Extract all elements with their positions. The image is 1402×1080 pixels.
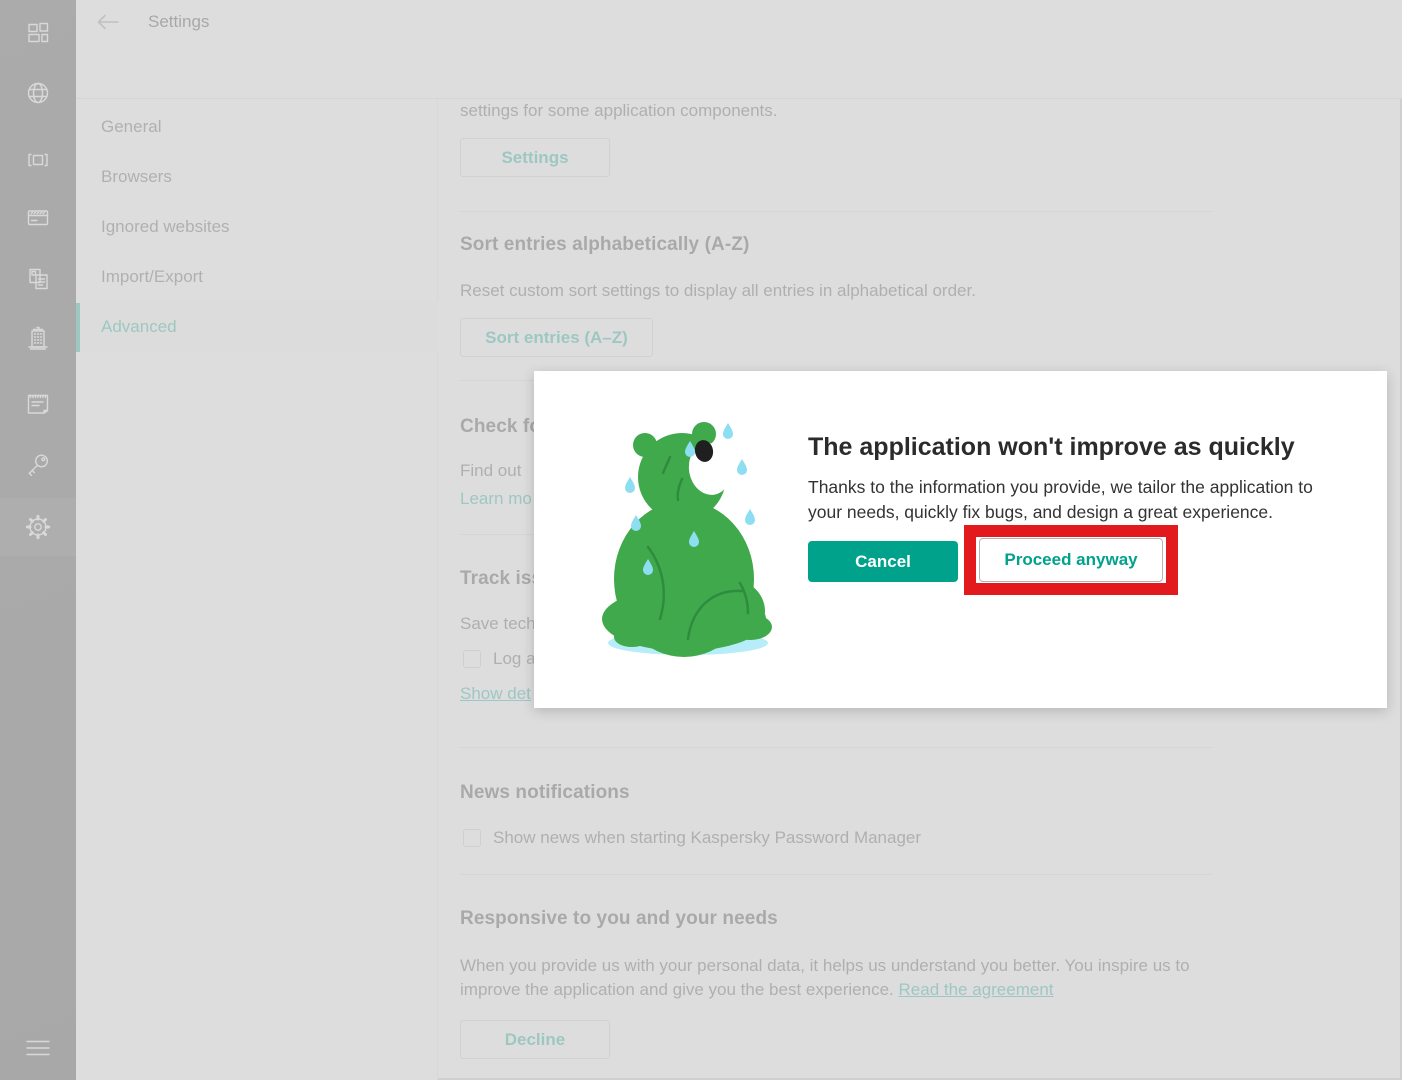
telemetry-warning-dialog: The application won't improve as quickly… [534,371,1387,708]
dialog-body: Thanks to the information you provide, w… [808,477,1313,522]
cancel-button[interactable]: Cancel [808,541,958,582]
sad-bear-illustration [602,422,772,657]
proceed-anyway-button[interactable]: Proceed anyway [979,538,1163,582]
dialog-title: The application won't improve as quickly [808,433,1295,461]
red-highlight-annotation: Proceed anyway [964,525,1178,595]
kaspersky-password-manager-window: Settings General Browsers Ignored websit… [0,0,1402,1080]
